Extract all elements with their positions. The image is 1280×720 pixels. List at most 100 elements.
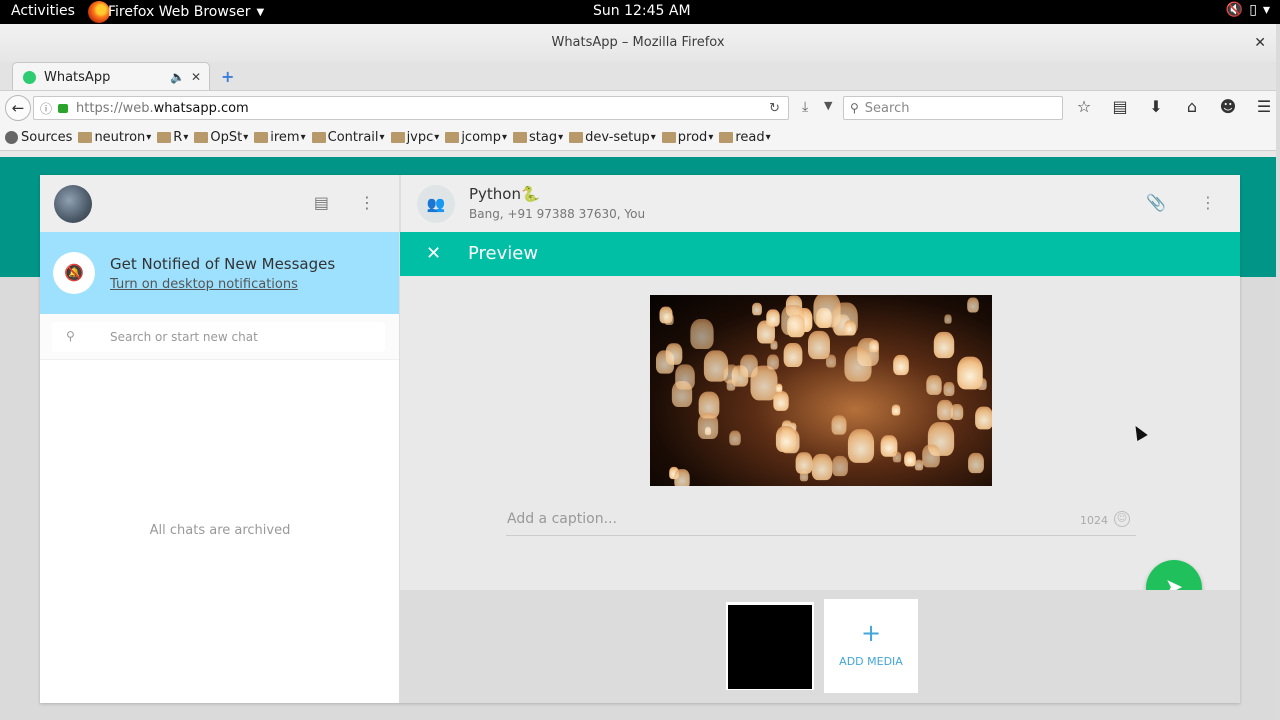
search-bar[interactable]: ⚲ Search [843, 96, 1063, 120]
media-preview-area: Add a caption... 1024 ☺ ➤ [400, 276, 1240, 616]
globe-icon [5, 130, 18, 144]
url-bar[interactable]: ⓘ https://web.whatsapp.com ↻ [33, 96, 789, 120]
folder-icon [661, 131, 676, 143]
lantern-shape [675, 364, 696, 390]
media-thumbnail-tray: + ADD MEDIA [400, 590, 1240, 703]
paperclip-icon[interactable]: 📎 [1146, 193, 1166, 212]
chat-search-row: ⚲ Search or start new chat [40, 314, 399, 360]
chat-header[interactable]: 👥 Python🐍 Bang, +91 97388 37630, You 📎 ⋮ [400, 175, 1240, 232]
media-thumbnail[interactable] [725, 601, 815, 691]
chevron-down-icon[interactable]: ▼ [824, 99, 832, 112]
reading-list-icon[interactable]: ▤ [1109, 97, 1131, 116]
preview-title: Preview [468, 243, 539, 264]
lantern-shape [831, 415, 847, 435]
system-tray[interactable]: 🔇 ▯ ▾ [1226, 2, 1270, 18]
bookmark-folder[interactable]: jvpc ▾ [390, 130, 440, 145]
chat-search-input[interactable]: ⚲ Search or start new chat [52, 322, 385, 352]
whatsapp-icon [23, 70, 36, 84]
bookmark-folder[interactable]: prod ▾ [661, 130, 713, 145]
downloads-icon[interactable]: ⬇ [1145, 97, 1167, 116]
speaker-icon[interactable]: 🔈 [170, 70, 185, 84]
avatar[interactable] [54, 185, 92, 223]
thumbnail-image [728, 605, 812, 689]
close-tab-icon[interactable]: ✕ [191, 70, 201, 84]
bookmark-folder[interactable]: read ▾ [719, 130, 771, 145]
battery-icon[interactable]: ▯ [1249, 2, 1257, 18]
chat-header-icons: 📎 ⋮ [1146, 193, 1216, 212]
lantern-shape [968, 453, 985, 474]
bookmark-sources[interactable]: Sources [5, 130, 72, 145]
bookmark-folder[interactable]: R ▾ [157, 130, 188, 145]
tab-label: WhatsApp [44, 69, 111, 85]
lantern-shape [690, 318, 714, 349]
chevron-down-icon: ▾ [434, 131, 440, 143]
chevron-down-icon: ▾ [243, 131, 249, 143]
chat-members: Bang, +91 97388 37630, You [469, 207, 646, 221]
bookmark-folder[interactable]: dev-setup ▾ [569, 130, 656, 145]
folder-icon [445, 131, 460, 143]
lantern-shape [892, 354, 909, 375]
chat-icon[interactable]: ☻ [1217, 97, 1239, 116]
chevron-down-icon: ▾ [379, 131, 385, 143]
emoji-icon[interactable]: ☺ [1114, 511, 1130, 527]
back-button[interactable]: ← [5, 95, 31, 121]
home-icon[interactable]: ⌂ [1181, 97, 1203, 116]
download-icon[interactable]: ⤓ [802, 99, 808, 115]
notification-title: Get Notified of New Messages [110, 255, 336, 273]
bookmark-folder[interactable]: neutron ▾ [78, 130, 151, 145]
info-icon[interactable]: ⓘ [40, 100, 52, 117]
preview-header: ✕ Preview [400, 232, 1240, 276]
bookmark-folder[interactable]: jcomp ▾ [445, 130, 507, 145]
folder-icon [78, 131, 93, 143]
clock[interactable]: Sun 12:45 AM [593, 3, 691, 19]
chevron-down-icon[interactable]: ▾ [1263, 2, 1270, 18]
close-window-icon[interactable]: ✕ [1254, 24, 1266, 62]
bookmark-folder[interactable]: OpSt ▾ [194, 130, 248, 145]
chevron-down-icon: ▾ [300, 131, 306, 143]
tab-whatsapp[interactable]: WhatsApp 🔈 ✕ [12, 62, 210, 91]
new-tab-icon[interactable]: + [221, 67, 234, 86]
lantern-shape [781, 304, 805, 335]
lantern-shape [723, 364, 739, 384]
lantern-shape [783, 343, 802, 368]
chevron-down-icon: ▾ [183, 131, 189, 143]
lantern-shape [773, 391, 790, 412]
lantern-shape [943, 381, 955, 396]
lantern-shape [925, 375, 942, 396]
folder-icon [569, 131, 584, 143]
bookmark-star-icon[interactable]: ☆ [1073, 97, 1095, 116]
app-menu[interactable]: Firefox Web Browser ▼ [88, 0, 264, 24]
more-options-icon[interactable]: ⋮ [1200, 193, 1216, 212]
lantern-shape [966, 297, 979, 313]
reload-icon[interactable]: ↻ [769, 101, 780, 116]
enable-notifications-link[interactable]: Turn on desktop notifications [110, 277, 298, 292]
new-chat-icon[interactable]: ▤ [314, 193, 329, 212]
folder-icon [254, 131, 269, 143]
add-media-button[interactable]: + ADD MEDIA [824, 599, 918, 693]
bookmark-folder[interactable]: irem ▾ [254, 130, 306, 145]
url-text: https://web.whatsapp.com [76, 100, 249, 116]
app-menu-label: Firefox Web Browser [108, 4, 251, 20]
bell-off-icon: 🔕 [53, 252, 95, 294]
menu-icon[interactable]: ☰ [1253, 97, 1275, 116]
lantern-shape [659, 306, 673, 324]
lantern-shape [776, 426, 797, 453]
chevron-down-icon: ▾ [146, 131, 152, 143]
bookmark-folder[interactable]: stag ▾ [512, 130, 563, 145]
search-placeholder: Search or start new chat [110, 330, 258, 344]
group-avatar-icon[interactable]: 👥 [417, 185, 455, 223]
lantern-shape [944, 314, 952, 324]
empty-state-text: All chats are archived [149, 523, 291, 538]
folder-icon [512, 131, 527, 143]
folder-icon [719, 131, 734, 143]
caption-input[interactable]: Add a caption... 1024 ☺ [506, 502, 1136, 536]
chat-name: Python🐍 [469, 185, 540, 203]
lantern-shape [775, 383, 783, 393]
lantern-shape [752, 302, 763, 316]
window-titlebar: WhatsApp – Mozilla Firefox ✕ [0, 24, 1276, 62]
close-preview-icon[interactable]: ✕ [426, 243, 441, 264]
bookmark-folder[interactable]: Contrail ▾ [311, 130, 385, 145]
volume-icon[interactable]: 🔇 [1226, 2, 1243, 18]
more-options-icon[interactable]: ⋮ [359, 193, 375, 212]
activities-button[interactable]: Activities [11, 3, 75, 19]
